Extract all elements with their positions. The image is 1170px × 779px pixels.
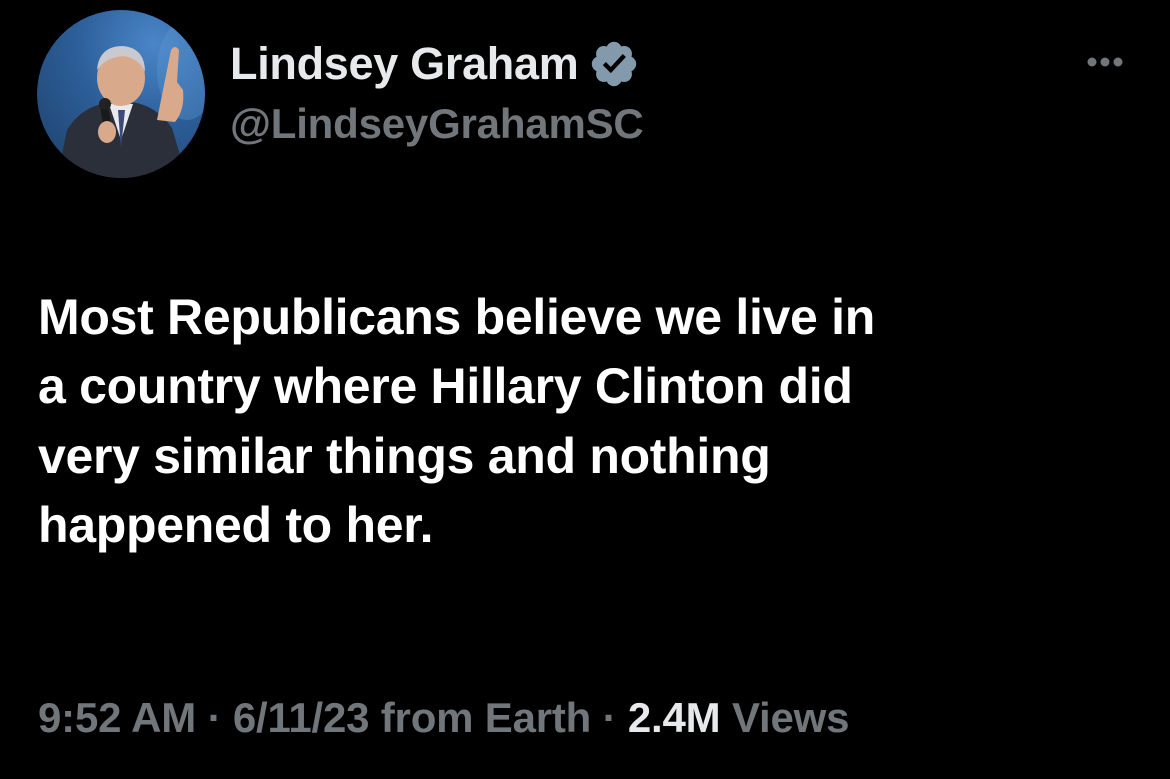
tweet-meta: 9:52 AM · 6/11/23 from Earth · 2.4M View… (38, 694, 849, 742)
tweet-text-line: very similar things and nothing (38, 427, 771, 484)
avatar[interactable] (37, 10, 205, 178)
author-handle[interactable]: @LindseyGrahamSC (230, 100, 644, 148)
tweet-time[interactable]: 9:52 AM (38, 694, 196, 741)
meta-separator: · (207, 694, 222, 741)
tweet-source: from Earth (380, 694, 592, 741)
verified-badge-icon[interactable] (588, 38, 640, 90)
avatar-photo (57, 20, 205, 178)
tweet-date[interactable]: 6/11/23 (233, 694, 370, 741)
meta-separator: · (602, 694, 617, 741)
more-options-icon[interactable] (1078, 50, 1132, 74)
author-name-row: Lindsey Graham (230, 36, 640, 92)
views-count[interactable]: 2.4M (628, 694, 721, 741)
tweet-text-line: happened to her. (38, 496, 434, 553)
tweet-text: Most Republicans believe we live in a co… (38, 283, 1138, 560)
author-display-name[interactable]: Lindsey Graham (230, 38, 579, 90)
tweet-card: Lindsey Graham @LindseyGrahamSC Most Rep… (0, 0, 1170, 779)
views-label: Views (731, 694, 850, 741)
tweet-text-line: a country where Hillary Clinton did (38, 358, 853, 415)
tweet-text-line: Most Republicans believe we live in (38, 289, 875, 345)
